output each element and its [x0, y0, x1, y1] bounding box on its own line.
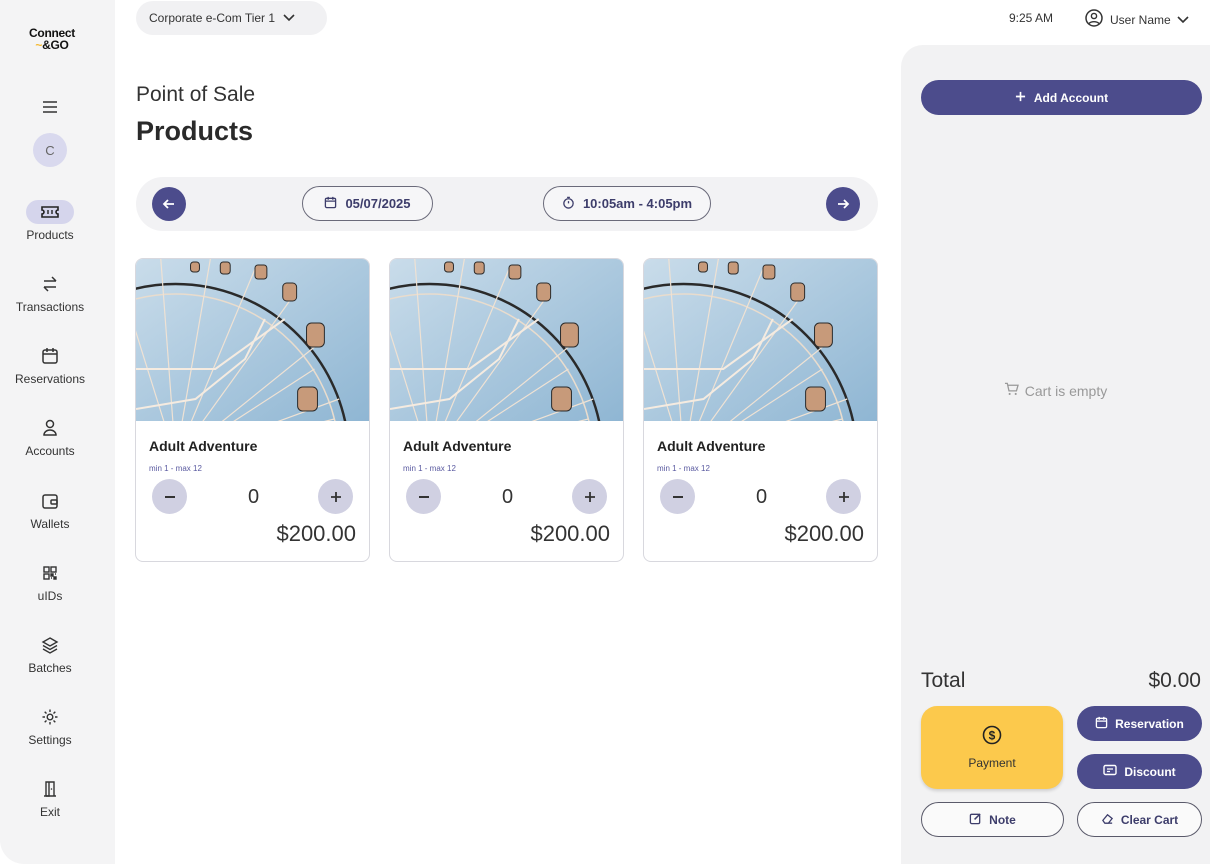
increase-quantity-button[interactable] [826, 479, 861, 514]
minus-icon [164, 495, 175, 498]
cart-panel: Add Account Cart is empty Total $0.00 $ … [901, 45, 1210, 864]
sidebar-item-transactions[interactable]: Transactions [0, 272, 100, 314]
avatar[interactable]: C [33, 133, 67, 167]
date-picker-button[interactable]: 05/07/2025 [302, 186, 433, 221]
door-exit-icon [0, 777, 100, 801]
product-price: $200.00 [276, 521, 356, 546]
minus-icon [672, 495, 683, 498]
previous-date-button[interactable] [152, 187, 186, 221]
add-account-button[interactable]: Add Account [921, 80, 1202, 115]
quantity-value: 0 [247, 486, 260, 508]
increase-quantity-button[interactable] [572, 479, 607, 514]
product-limits: min 1 - max 12 [149, 464, 202, 473]
discount-button[interactable]: Discount [1077, 754, 1202, 789]
brand-logo: Connect ~&GO [29, 26, 75, 52]
ticket-icon [26, 200, 74, 224]
product-card[interactable]: Adult Adventure min 1 - max 12 0 $200.00 [135, 258, 370, 562]
plus-icon [330, 491, 341, 502]
sidebar: Connect ~&GO C Products Transactions Res… [0, 0, 115, 864]
sidebar-item-settings[interactable]: Settings [0, 705, 100, 747]
stopwatch-icon [562, 196, 575, 212]
product-price: $200.00 [530, 521, 610, 546]
plus-icon [584, 491, 595, 502]
cart-empty-message: Cart is empty [901, 382, 1210, 399]
quantity-value: 0 [501, 486, 514, 508]
arrow-left-icon [162, 199, 174, 209]
chevron-down-icon [1177, 13, 1189, 27]
product-limits: min 1 - max 12 [403, 464, 456, 473]
qr-code-icon [0, 561, 100, 585]
calendar-icon [324, 196, 337, 212]
sidebar-item-wallets[interactable]: Wallets [0, 489, 100, 531]
decrease-quantity-button[interactable] [406, 479, 441, 514]
total-label: Total [921, 669, 966, 692]
gear-icon [0, 705, 100, 729]
product-limits: min 1 - max 12 [657, 464, 710, 473]
shopping-cart-icon [1004, 382, 1019, 399]
clock-time: 9:25 AM [1009, 11, 1054, 25]
payment-button[interactable]: $ Payment [921, 706, 1063, 789]
product-card[interactable]: Adult Adventure min 1 - max 12 0 $200.00 [643, 258, 878, 562]
layers-icon [0, 633, 100, 657]
user-circle-icon [1084, 8, 1104, 31]
chevron-down-icon [283, 11, 295, 25]
plus-icon [838, 491, 849, 502]
plus-icon [1015, 91, 1026, 105]
sidebar-item-products[interactable]: Products [0, 200, 100, 242]
date-navigation-bar: 05/07/2025 10:05am - 4:05pm [136, 177, 878, 231]
ferris-wheel-image [136, 259, 369, 421]
decrease-quantity-button[interactable] [660, 479, 695, 514]
edit-note-icon [969, 812, 982, 828]
sidebar-item-accounts[interactable]: Accounts [0, 416, 100, 458]
calendar-icon [1095, 716, 1108, 732]
page-title: Products [136, 116, 254, 146]
page-subtitle: Point of Sale [136, 83, 256, 106]
sidebar-item-exit[interactable]: Exit [0, 777, 100, 819]
arrows-swap-icon [0, 272, 100, 296]
clear-cart-button[interactable]: Clear Cart [1077, 802, 1202, 837]
increase-quantity-button[interactable] [318, 479, 353, 514]
product-price: $200.00 [784, 521, 864, 546]
eraser-icon [1101, 812, 1114, 828]
wallet-icon [0, 489, 100, 513]
quantity-value: 0 [755, 486, 768, 508]
hamburger-menu-icon[interactable] [40, 97, 60, 117]
minus-icon [418, 495, 429, 498]
sidebar-item-reservations[interactable]: Reservations [0, 344, 100, 386]
user-menu[interactable]: User Name [1084, 8, 1189, 31]
user-icon [0, 416, 100, 440]
organization-select[interactable]: Corporate e-Com Tier 1 [136, 1, 327, 35]
product-name: Adult Adventure [657, 438, 766, 454]
next-date-button[interactable] [826, 187, 860, 221]
arrow-right-icon [838, 199, 850, 209]
ferris-wheel-image [644, 259, 877, 421]
ferris-wheel-image [390, 259, 623, 421]
product-card[interactable]: Adult Adventure min 1 - max 12 0 $200.00 [389, 258, 624, 562]
sidebar-item-batches[interactable]: Batches [0, 633, 100, 675]
decrease-quantity-button[interactable] [152, 479, 187, 514]
product-name: Adult Adventure [149, 438, 258, 454]
calendar-icon [0, 344, 100, 368]
product-name: Adult Adventure [403, 438, 512, 454]
dollar-circle-icon: $ [982, 725, 1002, 748]
total-value: $0.00 [1148, 669, 1201, 692]
sidebar-item-uids[interactable]: uIDs [0, 561, 100, 603]
note-button[interactable]: Note [921, 802, 1064, 837]
time-range-button[interactable]: 10:05am - 4:05pm [543, 186, 711, 221]
svg-text:$: $ [989, 729, 996, 743]
discount-tag-icon [1103, 764, 1118, 779]
reservation-button[interactable]: Reservation [1077, 706, 1202, 741]
